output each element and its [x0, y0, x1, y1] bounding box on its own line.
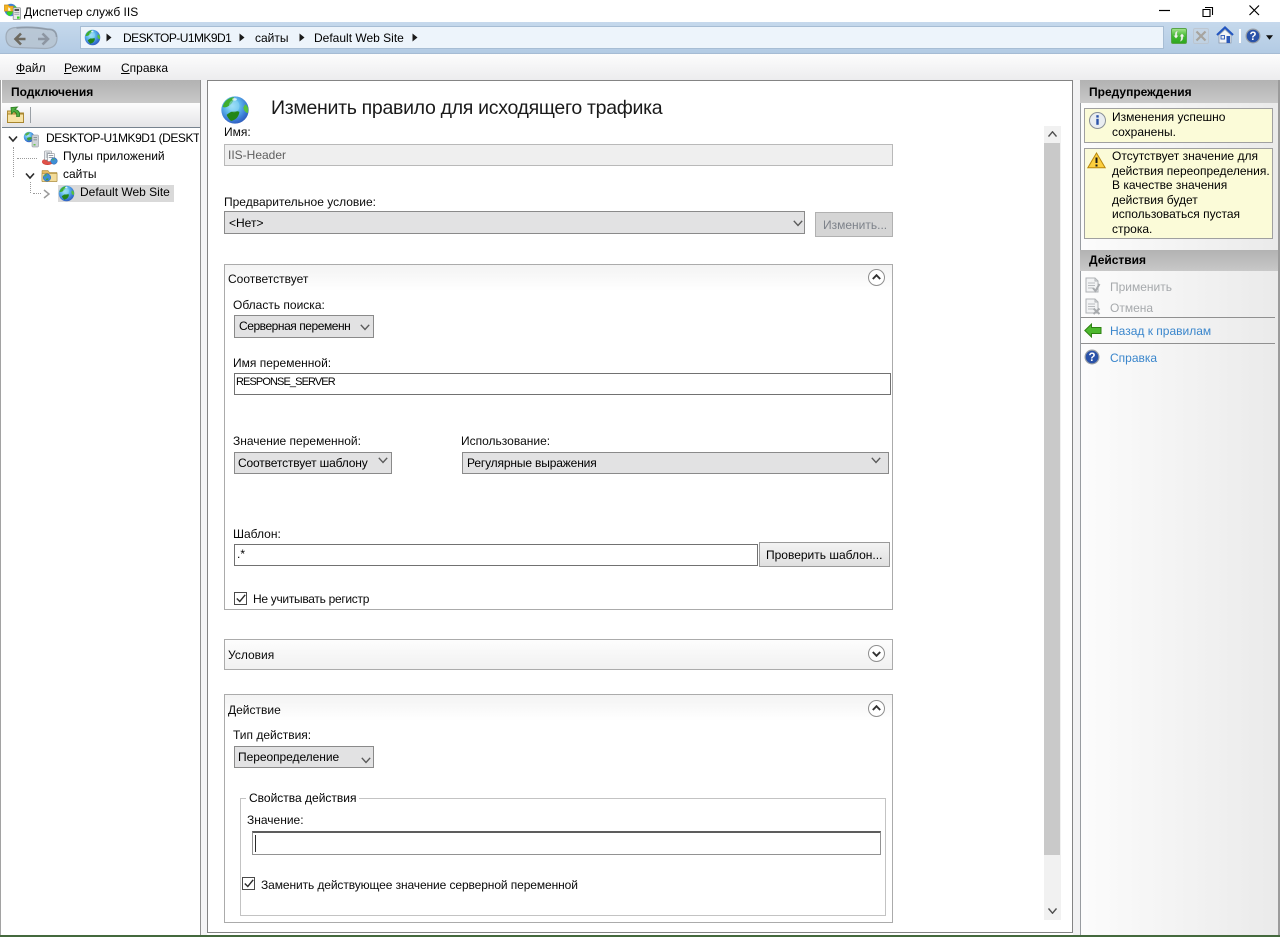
svg-text:?: ? — [1249, 31, 1256, 43]
svg-text:?: ? — [1088, 352, 1095, 364]
